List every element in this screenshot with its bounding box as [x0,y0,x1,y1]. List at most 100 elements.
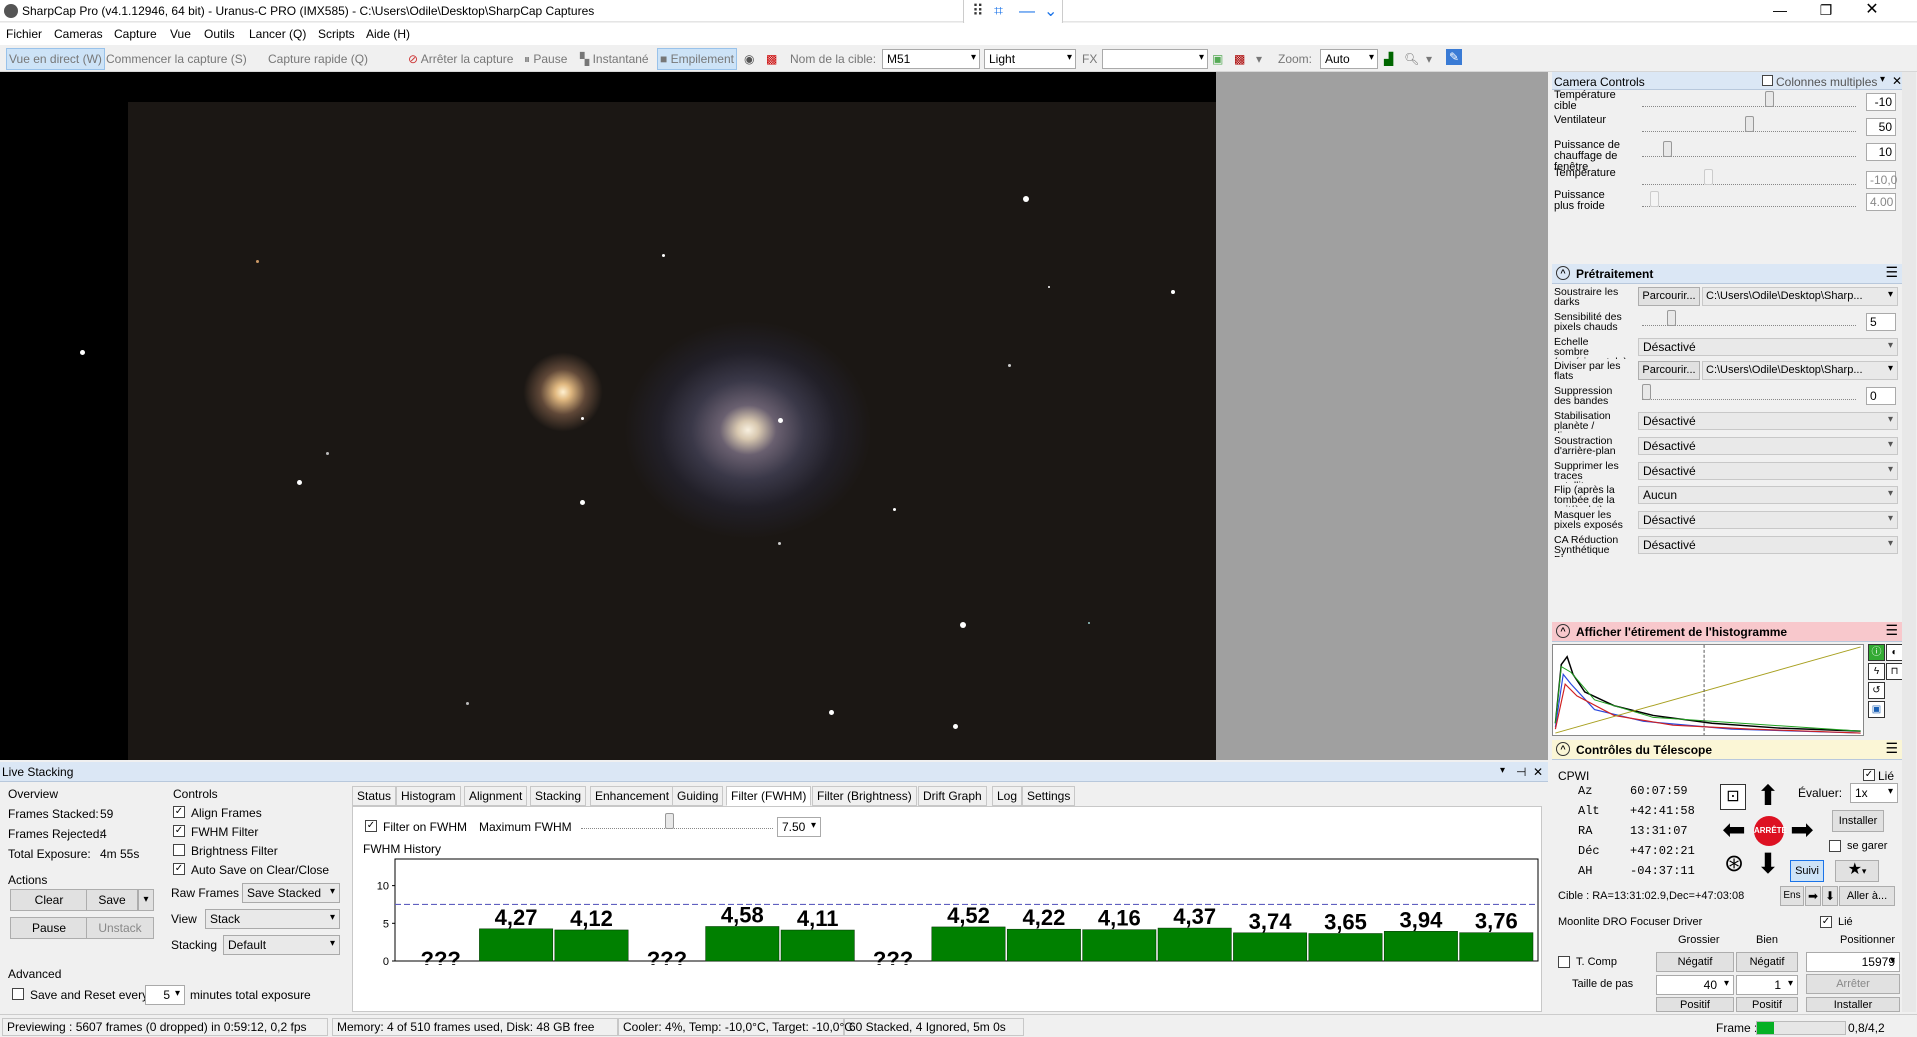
panel-dropdown-icon[interactable]: ▾ [1500,765,1505,776]
slider-knob[interactable] [1667,309,1676,326]
path-field[interactable]: C:\Users\Odile\Desktop\Sharp... ▾ [1702,361,1898,381]
brightness-filter-checkbox[interactable] [173,844,185,856]
pre-row-dropdown[interactable]: Désactivé [1638,412,1898,430]
stacking-mode-dropdown[interactable]: Default [223,935,340,955]
collapse-icon[interactable]: ^ [1556,266,1570,280]
slider-knob[interactable] [1745,116,1754,132]
tab-settings[interactable]: Settings [1022,786,1076,806]
menu-file[interactable]: Fichier [6,27,42,41]
pre-row-dropdown[interactable]: Désactivé [1638,536,1898,554]
tab-guiding[interactable]: Guiding [672,786,724,806]
minimize-icon[interactable]: — [1757,0,1803,22]
view-dropdown[interactable]: Stack [205,909,340,929]
overlay-dropdown-icon[interactable]: ▾ [1256,52,1262,66]
expand-icon[interactable]: ⌗ [994,3,1003,21]
image-viewport[interactable] [0,72,1548,760]
pre-row-slider[interactable] [1642,309,1856,326]
save-button[interactable]: Save [86,889,138,911]
grid-icon[interactable]: ⠿ [972,3,984,21]
menu-run[interactable]: Lancer (Q) [249,27,306,41]
arrow-right-small-icon[interactable]: ➡ [1805,886,1821,906]
arrow-down-small-icon[interactable]: ⬇ [1822,886,1838,906]
menu-cameras[interactable]: Cameras [54,27,103,41]
cam-row-slider[interactable] [1642,116,1856,132]
fine-positive-button[interactable]: Positif [1736,997,1798,1012]
target-icon[interactable]: ⊛ [1718,848,1750,880]
arrow-down-icon[interactable]: ⬇ [1752,848,1784,880]
save-disk-icon[interactable]: ▣ [1868,701,1885,718]
menu-tools[interactable]: Outils [204,27,235,41]
target-name-dropdown[interactable]: M51 [882,49,980,69]
browse-button[interactable]: Parcourir... [1638,287,1700,306]
tab-stacking[interactable]: Stacking [530,786,587,806]
magnifier-icon[interactable]: 🔍︎ [1404,52,1419,66]
arrow-up-icon[interactable]: ⬆ [1752,780,1784,812]
collapse-icon[interactable]: ^ [1556,742,1570,756]
info-icon[interactable]: ⓘ [1868,644,1885,661]
frame-icon[interactable]: ⊡ [1720,784,1746,810]
slider-knob[interactable] [1765,91,1774,107]
arrow-right-icon[interactable]: ➡ [1786,814,1818,846]
histogram-icon[interactable]: ▟ [1384,52,1393,66]
pre-row-dropdown[interactable]: Désactivé [1638,436,1898,455]
dark-frame-icon[interactable]: ▩ [766,52,777,66]
overlay-icon[interactable]: ▩ [1234,52,1245,66]
max-fwhm-slider[interactable] [581,813,773,829]
save-dropdown-icon[interactable]: ▾ [138,889,154,911]
quick-capture-button[interactable]: Capture rapide (Q) [268,52,368,66]
mount-linked-checkbox[interactable]: ✓ [1863,769,1875,781]
pre-row-value[interactable]: 5 [1866,312,1896,331]
park-checkbox[interactable] [1829,840,1841,852]
chevron-down-icon[interactable]: ⌄ [1044,3,1057,21]
fx-dropdown[interactable] [1102,49,1208,69]
filter-on-fwhm-checkbox[interactable]: ✓ [365,820,377,832]
lock-icon[interactable]: ⊓ [1886,663,1903,680]
cam-row-value[interactable]: 10 [1866,143,1896,161]
cam-row-value[interactable]: -10 [1866,93,1896,111]
tcomp-checkbox[interactable] [1558,956,1570,968]
tab-drift-graph[interactable]: Drift Graph [918,786,987,806]
tab-histogram[interactable]: Histogram [396,786,461,806]
install-mount-button[interactable]: Installer [1832,810,1884,832]
stop-mount-button[interactable]: ARRÊTE [1754,816,1787,846]
live-view-button[interactable]: Vue en direct (W) [6,48,105,70]
focuser-install-button[interactable]: Installer [1806,997,1900,1012]
minimize-remote-icon[interactable]: — [1019,3,1035,21]
close-icon[interactable]: ✕ [1849,0,1895,22]
pre-row-dropdown[interactable]: Désactivé [1638,461,1898,480]
pre-row-dropdown[interactable]: Désactivé [1638,337,1898,356]
snapshot-button[interactable]: ▚ Instantané [580,52,649,66]
tab-alignment[interactable]: Alignment [464,786,528,806]
browse-button[interactable]: Parcourir... [1638,361,1700,381]
reset-icon[interactable]: ↺ [1868,682,1885,699]
focuser-stop-button[interactable]: Arrêter [1806,974,1900,994]
track-button[interactable]: Suivi [1790,860,1824,882]
fwhm-filter-checkbox[interactable]: ✓ [173,825,185,837]
coarse-positive-button[interactable]: Positif [1656,997,1734,1012]
menu-icon[interactable]: ☰ [1885,740,1898,757]
magnifier-dropdown-icon[interactable]: ▾ [1426,52,1432,66]
menu-capture[interactable]: Capture [114,27,157,41]
collapse-icon[interactable]: ^ [1556,624,1570,638]
settings-wheel-icon[interactable]: ◉ [744,52,754,66]
pre-row-slider[interactable] [1642,384,1856,401]
tab-filter-fwhm[interactable]: Filter (FWHM) [726,786,812,806]
stop-capture-button[interactable]: ⊘ Arrêter la capture [408,52,513,66]
set-button[interactable]: Ens [1780,886,1804,906]
pause-button[interactable]: ⏸ Pause [524,52,567,67]
slider-knob[interactable] [1642,384,1651,401]
auto-save-checkbox[interactable]: ✓ [173,863,185,875]
pre-row-dropdown[interactable]: Aucun [1638,486,1898,505]
menu-scripts[interactable]: Scripts [318,27,355,41]
start-capture-button[interactable]: Commencer la capture (S) [106,52,247,66]
display-icon[interactable]: ▣ [1212,52,1223,66]
save-reset-checkbox[interactable] [12,988,24,1000]
coarse-step-spinner[interactable]: 40 [1656,975,1734,995]
frame-type-dropdown[interactable]: Light [984,49,1076,69]
cam-row-slider[interactable] [1642,141,1856,157]
fine-negative-button[interactable]: Négatif [1736,952,1798,972]
maximize-icon[interactable]: ❐ [1803,0,1849,22]
focuser-linked-checkbox[interactable]: ✓ [1820,916,1832,928]
pre-row-dropdown[interactable]: Désactivé [1638,511,1898,530]
max-fwhm-value[interactable]: 7.50 [777,817,821,837]
